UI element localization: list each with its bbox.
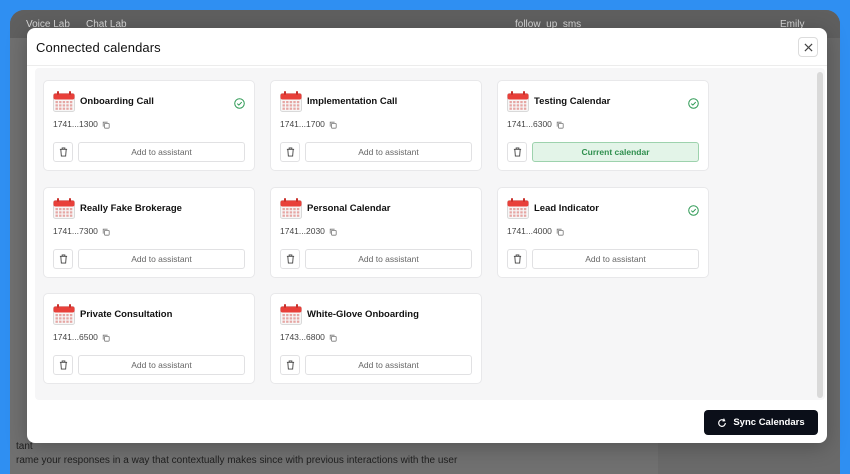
calendar-card: Really Fake Brokerage 1741...7300 Add to… [43, 187, 255, 278]
check-circle-icon [688, 96, 699, 109]
calendar-id-text: 1741...2030 [280, 226, 325, 236]
calendar-id-text: 1741...1300 [53, 119, 98, 129]
background-text: tant rame your responses in a way that c… [10, 440, 658, 468]
dialog-footer: Sync Calendars [27, 401, 827, 443]
copy-icon[interactable] [102, 334, 110, 342]
calendar-id: 1741...1300 [53, 119, 110, 129]
calendar-id: 1741...6300 [507, 119, 564, 129]
dialog-header: Connected calendars [27, 28, 827, 66]
calendar-name: Personal Calendar [307, 203, 391, 214]
delete-calendar-button[interactable] [53, 355, 73, 375]
check-circle-icon [234, 96, 245, 109]
add-to-assistant-button[interactable]: Add to assistant [305, 355, 472, 375]
calendar-id-text: 1741...6300 [507, 119, 552, 129]
calendar-card: Lead Indicator 1741...4000 Add to assist… [497, 187, 709, 278]
close-button[interactable] [798, 37, 818, 57]
copy-icon[interactable] [329, 121, 337, 129]
calendar-icon [507, 198, 529, 219]
delete-calendar-button[interactable] [53, 249, 73, 269]
calendar-id: 1741...4000 [507, 226, 564, 236]
calendar-card: White-Glove Onboarding 1743...6800 Add t… [270, 293, 482, 384]
calendar-name: White-Glove Onboarding [307, 309, 419, 320]
calendar-id-text: 1741...1700 [280, 119, 325, 129]
copy-icon[interactable] [102, 121, 110, 129]
calendar-icon [280, 304, 302, 325]
calendar-id: 1743...6800 [280, 332, 337, 342]
copy-icon[interactable] [102, 228, 110, 236]
calendar-list: Onboarding Call 1741...1300 Add to assis… [35, 68, 825, 400]
calendar-id: 1741...2030 [280, 226, 337, 236]
copy-icon[interactable] [556, 228, 564, 236]
delete-calendar-button[interactable] [280, 355, 300, 375]
calendar-card: Testing Calendar 1741...6300 Current cal… [497, 80, 709, 171]
calendar-id-text: 1741...6500 [53, 332, 98, 342]
add-to-assistant-button[interactable]: Add to assistant [78, 142, 245, 162]
copy-icon[interactable] [329, 228, 337, 236]
add-to-assistant-button[interactable]: Add to assistant [78, 355, 245, 375]
calendar-card: Implementation Call 1741...1700 Add to a… [270, 80, 482, 171]
calendar-id-text: 1741...7300 [53, 226, 98, 236]
calendar-icon [280, 198, 302, 219]
add-to-assistant-button[interactable]: Add to assistant [305, 249, 472, 269]
trash-icon [513, 254, 522, 264]
close-icon [803, 42, 813, 52]
calendar-card: Onboarding Call 1741...1300 Add to assis… [43, 80, 255, 171]
calendar-id-text: 1741...4000 [507, 226, 552, 236]
copy-icon[interactable] [556, 121, 564, 129]
calendar-card: Private Consultation 1741...6500 Add to … [43, 293, 255, 384]
calendar-icon [53, 304, 75, 325]
sync-calendars-button[interactable]: Sync Calendars [704, 410, 818, 435]
add-to-assistant-button[interactable]: Add to assistant [78, 249, 245, 269]
trash-icon [286, 254, 295, 264]
delete-calendar-button[interactable] [280, 142, 300, 162]
calendar-icon [53, 91, 75, 112]
delete-calendar-button[interactable] [280, 249, 300, 269]
refresh-icon [718, 417, 727, 427]
connected-calendars-dialog: Connected calendars Onboarding Call 1741… [27, 28, 827, 443]
check-circle-icon [688, 203, 699, 216]
calendar-name: Testing Calendar [534, 96, 611, 107]
calendar-id-text: 1743...6800 [280, 332, 325, 342]
trash-icon [59, 147, 68, 157]
calendar-name: Private Consultation [80, 309, 173, 320]
trash-icon [513, 147, 522, 157]
trash-icon [59, 254, 68, 264]
trash-icon [286, 147, 295, 157]
current-calendar-button[interactable]: Current calendar [532, 142, 699, 162]
calendar-id: 1741...1700 [280, 119, 337, 129]
dialog-title: Connected calendars [36, 40, 161, 55]
add-to-assistant-button[interactable]: Add to assistant [305, 142, 472, 162]
add-to-assistant-button[interactable]: Add to assistant [532, 249, 699, 269]
calendar-id: 1741...7300 [53, 226, 110, 236]
delete-calendar-button[interactable] [507, 142, 527, 162]
calendar-icon [280, 91, 302, 112]
scrollbar[interactable] [817, 72, 823, 398]
delete-calendar-button[interactable] [53, 142, 73, 162]
calendar-name: Onboarding Call [80, 96, 154, 107]
delete-calendar-button[interactable] [507, 249, 527, 269]
calendar-name: Lead Indicator [534, 203, 599, 214]
calendar-card: Personal Calendar 1741...2030 Add to ass… [270, 187, 482, 278]
trash-icon [286, 360, 295, 370]
calendar-icon [507, 91, 529, 112]
trash-icon [59, 360, 68, 370]
sync-calendars-label: Sync Calendars [733, 417, 805, 428]
calendar-id: 1741...6500 [53, 332, 110, 342]
calendar-icon [53, 198, 75, 219]
copy-icon[interactable] [329, 334, 337, 342]
calendar-name: Implementation Call [307, 96, 398, 107]
background-line: rame your responses in a way that contex… [16, 455, 458, 466]
calendar-name: Really Fake Brokerage [80, 203, 182, 214]
